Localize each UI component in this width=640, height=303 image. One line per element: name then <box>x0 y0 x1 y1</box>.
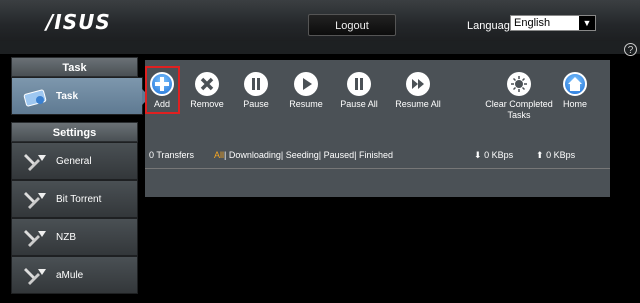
resume-all-label: Resume All <box>395 99 441 109</box>
task-panel: Add Remove Pause Resume Pause All Resume… <box>145 60 610 197</box>
tools-icon <box>24 268 46 285</box>
pause-all-label: Pause All <box>340 99 378 109</box>
settings-section-header: Settings <box>11 122 138 142</box>
clear-completed-button[interactable]: Clear Completed Tasks <box>483 72 555 121</box>
sidebar-item-label: Task <box>56 91 79 102</box>
sidebar-item-amule[interactable]: aMule <box>11 256 138 294</box>
logout-button[interactable]: Logout <box>308 14 396 36</box>
home-label: Home <box>562 99 587 109</box>
asus-logo: /ISUS <box>46 10 111 34</box>
sidebar-item-label: aMule <box>56 270 84 281</box>
remove-icon <box>195 72 219 96</box>
sidebar-item-label: NZB <box>56 232 76 243</box>
language-label: Language <box>467 20 516 32</box>
filter-links: All| Downloading| Seeding| Paused| Finis… <box>214 150 393 160</box>
sidebar: Task Task Settings General Bit Torrent N… <box>11 57 150 294</box>
sidebar-item-bit-torrent[interactable]: Bit Torrent <box>11 180 138 218</box>
fast-forward-icon <box>406 72 430 96</box>
clear-completed-label: Clear Completed Tasks <box>485 99 553 120</box>
play-icon <box>294 72 318 96</box>
language-value: English <box>514 17 551 29</box>
tools-icon <box>24 230 46 247</box>
arrow-down-icon: ⬇ <box>474 150 482 160</box>
resume-all-button[interactable]: Resume All <box>393 72 443 110</box>
remove-button[interactable]: Remove <box>182 72 232 110</box>
pause-all-icon <box>347 72 371 96</box>
upload-speed: ⬆ 0 KBps <box>536 150 575 161</box>
status-bar: 0 Transfers All| Downloading| Seeding| P… <box>145 146 610 164</box>
pause-button[interactable]: Pause <box>231 72 281 110</box>
language-select[interactable]: English ▼ <box>510 15 596 31</box>
resume-label: Resume <box>289 99 323 109</box>
add-highlight-box <box>145 66 180 114</box>
task-section-header: Task <box>11 57 138 77</box>
download-speed: ⬇ 0 KBps <box>474 150 513 161</box>
filter-all-link[interactable]: All <box>214 150 224 160</box>
help-bar <box>0 41 640 54</box>
transfer-count: 0 Transfers <box>149 150 195 160</box>
upload-speed-value: 0 KBps <box>546 150 576 160</box>
top-bar: /ISUS Logout Language English ▼ <box>0 0 640 41</box>
download-speed-value: 0 KBps <box>484 150 514 160</box>
sidebar-item-task[interactable]: Task <box>11 77 150 115</box>
toolbar: Add Remove Pause Resume Pause All Resume… <box>145 66 610 132</box>
tools-icon <box>24 192 46 209</box>
chevron-down-icon[interactable]: ▼ <box>579 16 595 30</box>
divider <box>145 168 610 169</box>
pause-label: Pause <box>243 99 269 109</box>
arrow-up-icon: ⬆ <box>536 150 544 160</box>
sidebar-item-nzb[interactable]: NZB <box>11 218 138 256</box>
resume-button[interactable]: Resume <box>281 72 331 110</box>
home-icon <box>563 72 587 96</box>
sidebar-item-general[interactable]: General <box>11 142 138 180</box>
pause-all-button[interactable]: Pause All <box>334 72 384 110</box>
home-button[interactable]: Home <box>550 72 600 110</box>
sidebar-item-label: General <box>56 156 92 167</box>
task-icon <box>23 89 47 107</box>
add-button[interactable]: Add <box>137 66 187 114</box>
remove-label: Remove <box>190 99 224 109</box>
help-icon[interactable]: ? <box>624 43 637 56</box>
tools-icon <box>24 154 46 171</box>
clear-icon <box>507 72 531 96</box>
filter-other-links[interactable]: | Downloading| Seeding| Paused| Finished <box>224 150 393 160</box>
sidebar-item-label: Bit Torrent <box>56 194 102 205</box>
pause-icon <box>244 72 268 96</box>
